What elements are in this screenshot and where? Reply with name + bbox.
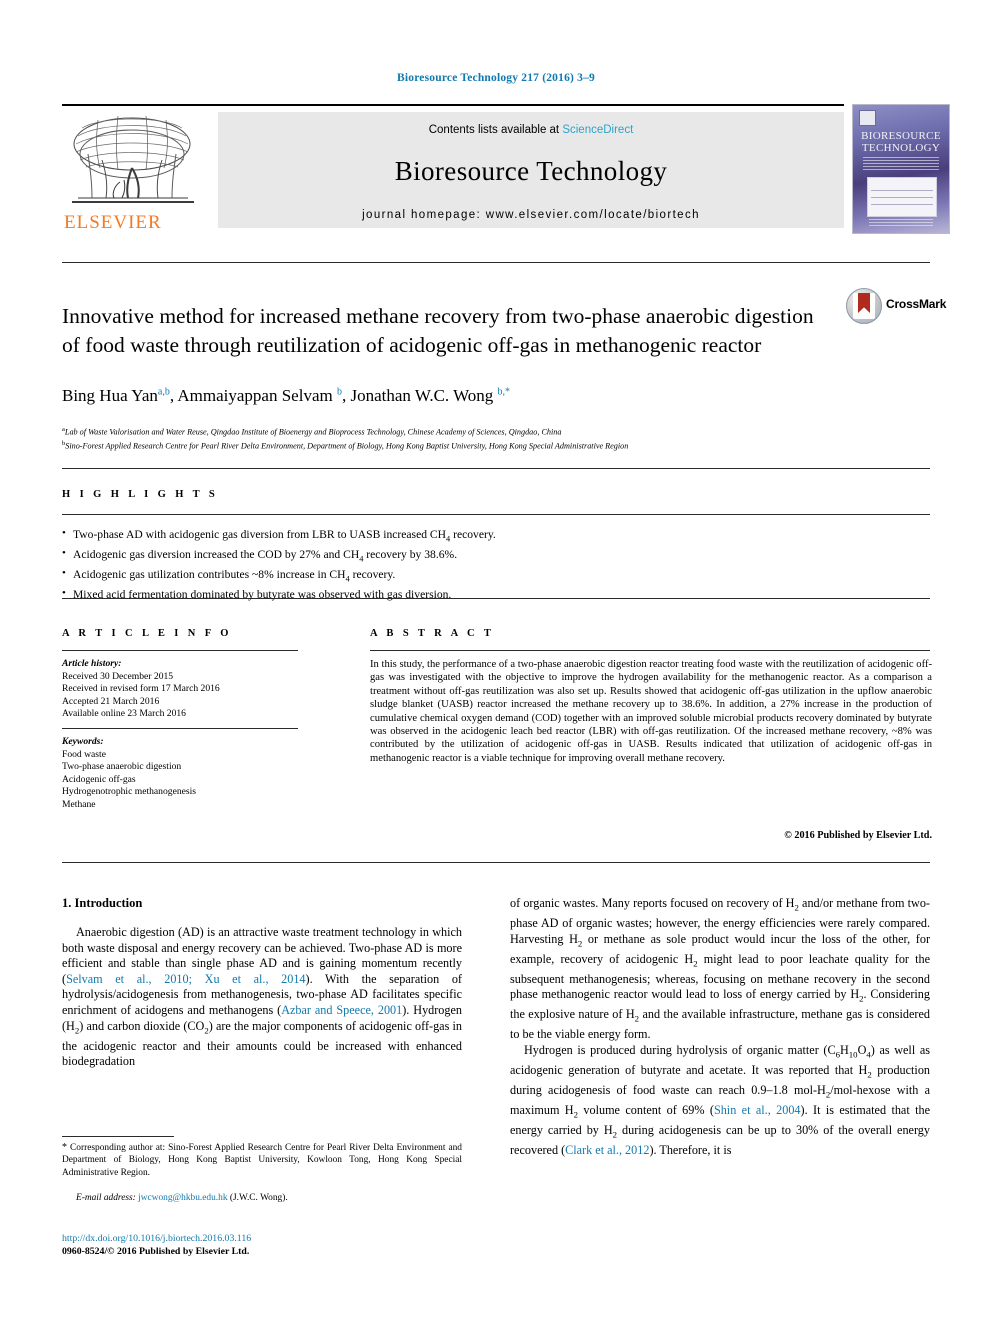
journal-homepage-link[interactable]: journal homepage: www.elsevier.com/locat… (218, 209, 844, 221)
crossmark-ribbon-icon (858, 293, 870, 313)
affiliation-text-a: Lab of Waste Valorisation and Water Reus… (64, 427, 562, 437)
crossmark-icon (846, 288, 882, 324)
elsevier-wordmark: ELSEVIER (64, 212, 162, 233)
intro-paragraph-3: Hydrogen is produced during hydrolysis o… (510, 1042, 931, 1158)
body-column-right: of organic wastes. Many reports focused … (510, 896, 930, 1159)
cover-subtitle-lines (863, 157, 939, 170)
article-history-label: Article history: (62, 658, 122, 669)
list-item: Acidogenic gas diversion increased the C… (62, 546, 762, 567)
email-note: E-mail address: jwcwong@hkbu.edu.hk (J.W… (62, 1192, 462, 1204)
journal-masthead: ELSEVIER Contents lists available at Sci… (62, 104, 950, 234)
affiliations: aLab of Waste Valorisation and Water Reu… (62, 424, 932, 452)
sciencedirect-link[interactable]: ScienceDirect (562, 124, 633, 136)
cover-elsevier-icon (859, 110, 876, 126)
body-column-left: 1. Introduction Anaerobic digestion (AD)… (62, 896, 462, 1070)
highlights-heading: H I G H L I G H T S (62, 489, 219, 500)
article-info-rule (62, 650, 298, 651)
affiliation-b: bSino-Forest Applied Research Centre for… (62, 438, 932, 452)
intro-paragraph-2: of organic wastes. Many reports focused … (510, 896, 931, 1042)
cover-title-line1: BIORESOURCE (861, 130, 941, 142)
history-online: Available online 23 March 2016 (62, 708, 186, 720)
abstract-copyright: © 2016 Published by Elsevier Ltd. (784, 830, 932, 841)
section-heading-introduction: 1. Introduction (62, 896, 143, 910)
title-divider (62, 262, 930, 263)
intro-paragraph-1: Anaerobic digestion (AD) is an attractiv… (62, 925, 463, 1069)
doi-link[interactable]: http://dx.doi.org/10.1016/j.biortech.201… (62, 1233, 251, 1244)
keywords-label: Keywords: (62, 736, 104, 747)
abstract-text: In this study, the performance of a two-… (370, 659, 932, 764)
elsevier-logo: ELSEVIER (62, 110, 210, 233)
footnote-rule (62, 1136, 174, 1137)
crossmark-inner (853, 293, 875, 319)
cover-title: BIORESOURCE TECHNOLOGY (853, 130, 949, 154)
journal-title: Bioresource Technology (394, 156, 668, 186)
article-info-heading: A R T I C L E I N F O (62, 628, 232, 639)
keyword-item: Food waste (62, 748, 106, 760)
affiliation-a: aLab of Waste Valorisation and Water Reu… (62, 424, 932, 438)
contents-prefix: Contents lists available at (428, 124, 563, 136)
cover-figure (867, 177, 937, 217)
issn-line: 0960-8524/© 2016 Published by Elsevier L… (62, 1246, 250, 1257)
history-accepted: Accepted 21 March 2016 (62, 695, 160, 707)
article-history: Article history: Received 30 December 20… (62, 658, 312, 721)
highlights-bottom-rule (62, 598, 930, 599)
highlights-top-rule (62, 468, 930, 469)
highlights-list: Two-phase AD with acidogenic gas diversi… (62, 526, 762, 603)
keyword-item: Hydrogenotrophic methanogenesis (62, 786, 197, 798)
history-received: Received 30 December 2015 (62, 670, 174, 682)
keywords-block: Keywords: Food waste Two-phase anaerobic… (62, 736, 312, 812)
abstract-heading: A B S T R A C T (370, 628, 495, 639)
elsevier-tree-icon (72, 115, 194, 203)
author-list: Bing Hua Yana,b, Ammaiyappan Selvam b, J… (62, 386, 511, 405)
email-label: E-mail address: (76, 1193, 136, 1203)
masthead-rule (62, 104, 844, 106)
list-item: Acidogenic gas utilization contributes ~… (62, 566, 762, 587)
journal-cover-thumbnail: BIORESOURCE TECHNOLOGY (852, 104, 950, 234)
keyword-item: Methane (62, 798, 96, 810)
contents-available-line: Contents lists available at ScienceDirec… (218, 124, 844, 136)
cover-footer-lines (869, 219, 933, 227)
crossmark-label: CrossMark (886, 297, 947, 311)
list-item: Mixed acid fermentation dominated by but… (62, 586, 762, 603)
doi-line: http://dx.doi.org/10.1016/j.biortech.201… (62, 1232, 482, 1245)
running-head: Bioresource Technology 217 (2016) 3–9 (396, 72, 595, 84)
keyword-item: Two-phase anaerobic digestion (62, 761, 182, 773)
history-revised: Received in revised form 17 March 2016 (62, 683, 220, 695)
keywords-rule (62, 728, 298, 729)
keyword-item: Acidogenic off-gas (62, 773, 136, 785)
crossmark-badge[interactable]: CrossMark (846, 288, 946, 324)
corresponding-author-note: * Corresponding author at: Sino-Forest A… (62, 1142, 462, 1178)
article-page: Bioresource Technology 217 (2016) 3–9 EL… (0, 0, 992, 1323)
cover-title-line2: TECHNOLOGY (861, 141, 941, 154)
abstract-rule (370, 650, 930, 651)
page-title: Innovative method for increased methane … (62, 304, 814, 358)
masthead-box: Contents lists available at ScienceDirec… (218, 112, 844, 228)
email-link[interactable]: jwcwong@hkbu.edu.hk (138, 1193, 227, 1203)
email-owner: (J.W.C. Wong). (229, 1193, 288, 1203)
abstract-bottom-rule (62, 862, 930, 863)
list-item: Two-phase AD with acidogenic gas diversi… (62, 526, 762, 547)
highlights-mid-rule (62, 514, 930, 515)
affiliation-text-b: Sino-Forest Applied Research Centre for … (65, 441, 629, 451)
